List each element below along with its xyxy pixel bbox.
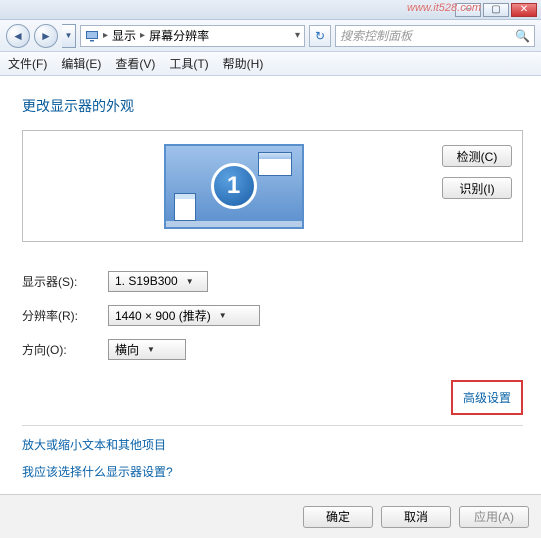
back-button[interactable]: ◄ (6, 24, 30, 48)
chevron-down-icon[interactable]: ▾ (295, 30, 300, 41)
orientation-row: 方向(O): 横向 ▼ (22, 332, 523, 366)
arrow-left-icon: ◄ (12, 29, 24, 43)
maximize-button[interactable]: ▢ (483, 3, 509, 17)
chevron-down-icon: ▼ (219, 311, 227, 320)
watermark-text: www.it528.com (407, 2, 481, 14)
menu-tools[interactable]: 工具(T) (169, 55, 208, 72)
preview-side-buttons: 检测(C) 识别(I) (442, 141, 512, 231)
search-input[interactable]: 搜索控制面板 🔍 (335, 25, 535, 47)
display-preview[interactable]: 1 (33, 141, 434, 231)
breadcrumb-resolution: 屏幕分辨率 (149, 27, 209, 44)
resolution-label: 分辨率(R): (22, 307, 108, 324)
page-title: 更改显示器的外观 (22, 96, 523, 116)
display-dropdown[interactable]: 1. S19B300 ▼ (108, 271, 208, 292)
which-settings-link[interactable]: 我应该选择什么显示器设置? (22, 463, 523, 480)
menu-bar: 文件(F) 编辑(E) 查看(V) 工具(T) 帮助(H) (0, 52, 541, 76)
detect-button[interactable]: 检测(C) (442, 145, 512, 167)
display-label: 显示器(S): (22, 273, 108, 290)
display-value: 1. S19B300 (115, 274, 178, 288)
resolution-dropdown[interactable]: 1440 × 900 (推荐) ▼ (108, 305, 260, 326)
search-icon: 🔍 (515, 29, 530, 43)
resolution-row: 分辨率(R): 1440 × 900 (推荐) ▼ (22, 298, 523, 332)
window-title-bar: www.it528.com ─ ▢ ✕ (0, 0, 541, 20)
orientation-dropdown[interactable]: 横向 ▼ (108, 339, 186, 360)
monitor-number-badge: 1 (211, 163, 257, 209)
refresh-icon: ↻ (315, 29, 325, 43)
chevron-right-icon: ▸ (103, 30, 108, 41)
window-glyph-icon (174, 193, 196, 221)
advanced-link-box: 高级设置 (22, 380, 523, 415)
refresh-button[interactable]: ↻ (309, 25, 331, 47)
advanced-settings-link[interactable]: 高级设置 (463, 391, 511, 405)
menu-view[interactable]: 查看(V) (115, 55, 155, 72)
orientation-value: 横向 (115, 341, 139, 358)
close-button[interactable]: ✕ (511, 3, 537, 17)
settings-block: 显示器(S): 1. S19B300 ▼ 分辨率(R): 1440 × 900 … (22, 264, 523, 366)
menu-help[interactable]: 帮助(H) (223, 55, 264, 72)
monitor-thumbnail: 1 (164, 144, 304, 229)
separator (22, 425, 523, 426)
identify-button[interactable]: 识别(I) (442, 177, 512, 199)
search-placeholder: 搜索控制面板 (340, 27, 412, 44)
chevron-down-icon: ▼ (147, 345, 155, 354)
ok-button[interactable]: 确定 (303, 506, 373, 528)
text-size-link[interactable]: 放大或缩小文本和其他项目 (22, 436, 523, 453)
window-glyph-icon (258, 152, 292, 176)
menu-edit[interactable]: 编辑(E) (61, 55, 101, 72)
chevron-down-icon: ▼ (186, 277, 194, 286)
forward-button[interactable]: ► (34, 24, 58, 48)
content-area: 更改显示器的外观 1 检测(C) 识别(I) 显示器(S): 1. S19B30… (0, 76, 541, 480)
resolution-value: 1440 × 900 (推荐) (115, 307, 211, 324)
extra-links: 放大或缩小文本和其他项目 我应该选择什么显示器设置? (22, 436, 523, 480)
monitor-icon (85, 29, 99, 43)
advanced-link-highlight: 高级设置 (451, 380, 523, 415)
breadcrumb-display: 显示 (112, 27, 136, 44)
navigation-row: ◄ ► ▼ ▸ 显示 ▸ 屏幕分辨率 ▾ ↻ 搜索控制面板 🔍 (0, 20, 541, 52)
nav-history-dropdown[interactable]: ▼ (62, 24, 76, 48)
chevron-right-icon: ▸ (140, 30, 145, 41)
cancel-button[interactable]: 取消 (381, 506, 451, 528)
orientation-label: 方向(O): (22, 341, 108, 358)
menu-file[interactable]: 文件(F) (8, 55, 47, 72)
display-preview-row: 1 检测(C) 识别(I) (22, 130, 523, 242)
address-breadcrumb[interactable]: ▸ 显示 ▸ 屏幕分辨率 ▾ (80, 25, 305, 47)
display-row: 显示器(S): 1. S19B300 ▼ (22, 264, 523, 298)
apply-button[interactable]: 应用(A) (459, 506, 529, 528)
arrow-right-icon: ► (40, 29, 52, 43)
taskbar-glyph (166, 221, 302, 227)
footer-bar: 确定 取消 应用(A) (0, 494, 541, 538)
